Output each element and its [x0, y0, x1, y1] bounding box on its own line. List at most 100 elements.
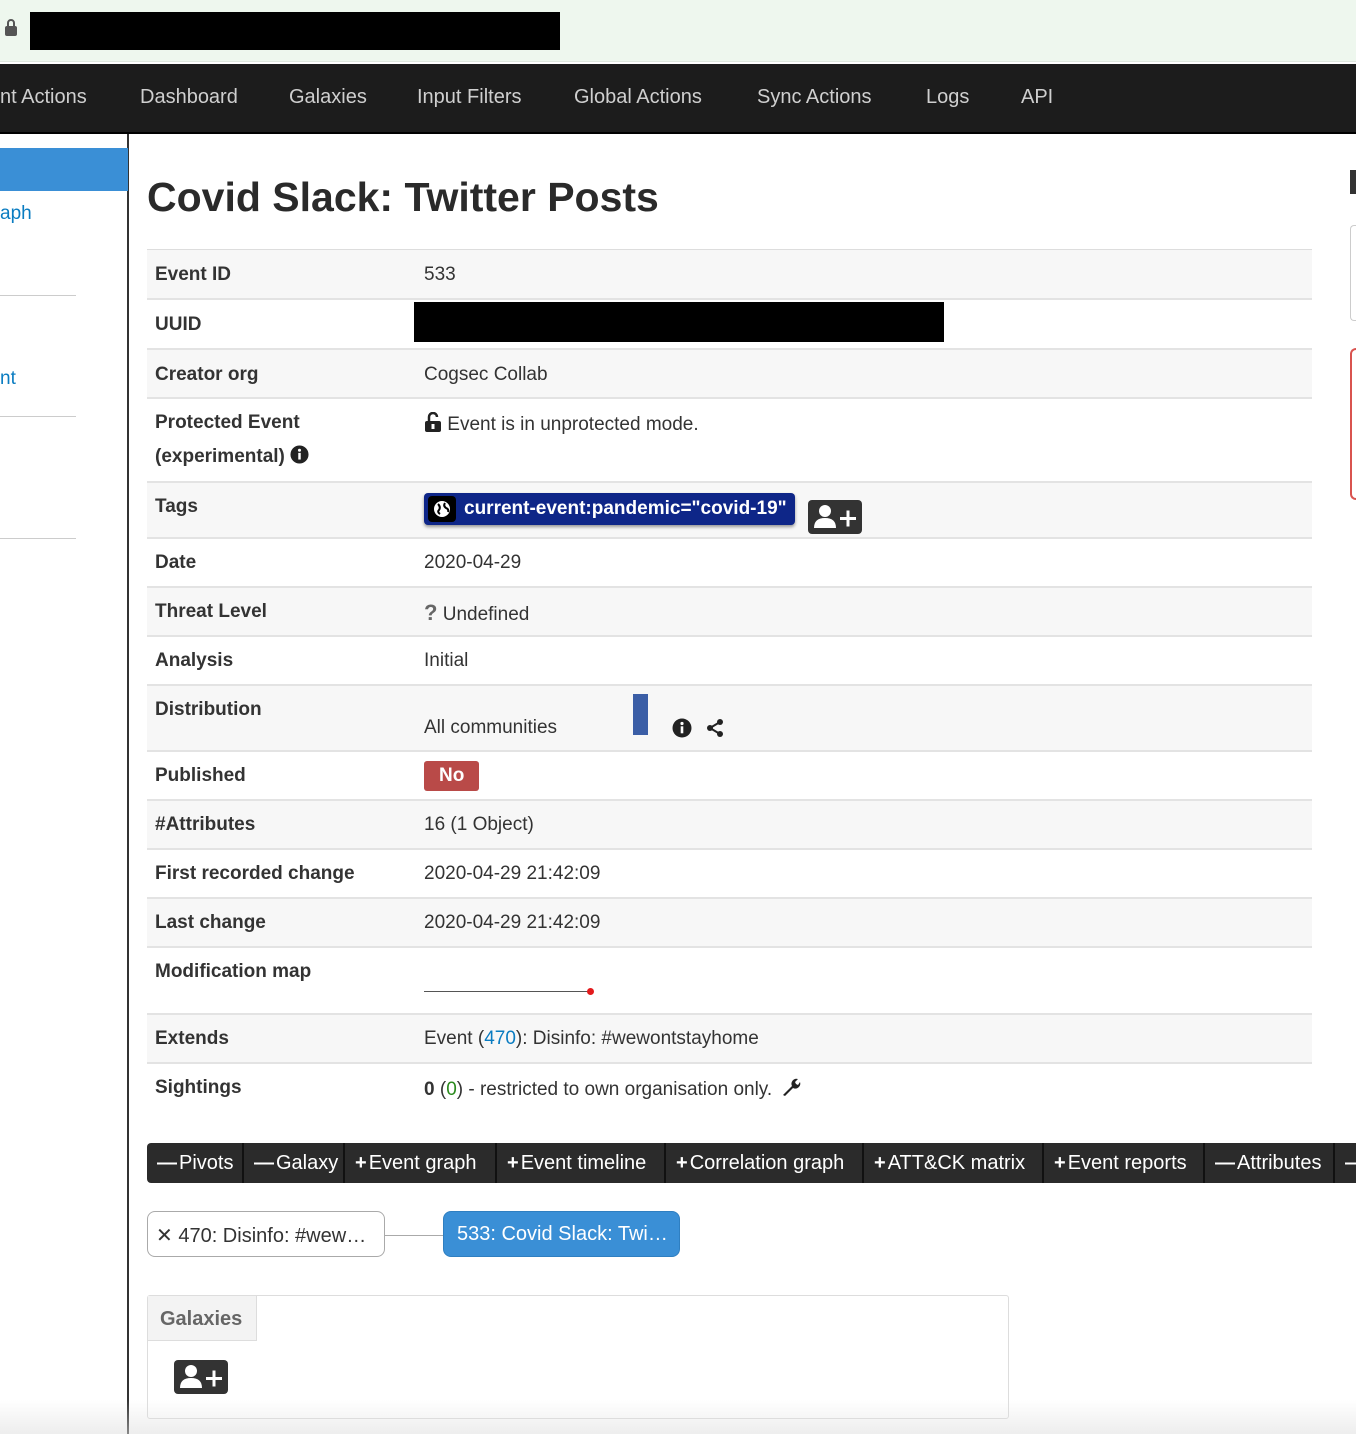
user-plus-icon: [180, 1365, 222, 1388]
share-icon[interactable]: [705, 718, 725, 738]
label-protected-event: Protected Event: [155, 412, 300, 433]
toggle-more-button[interactable]: —: [1335, 1143, 1356, 1183]
label-date: Date: [155, 552, 197, 573]
close-icon[interactable]: ✕: [156, 1225, 173, 1247]
nav-api[interactable]: API: [1021, 86, 1053, 109]
row-tags: Tags current-event:pandemic="covid-19": [147, 483, 1312, 539]
label-experimental-text: (experimental): [155, 446, 285, 467]
protected-status-text: Event is in unprotected mode.: [447, 414, 699, 435]
toggle-event-reports-button[interactable]: + Event reports: [1044, 1143, 1205, 1183]
row-uuid: UUID: [147, 300, 1312, 350]
row-threat-level: Threat Level ? Undefined: [147, 588, 1312, 637]
wrench-icon[interactable]: [781, 1077, 801, 1097]
minus-icon: —: [1215, 1151, 1235, 1174]
add-galaxy-button[interactable]: [174, 1360, 228, 1394]
related-event-470-node[interactable]: ✕ 470: Disinfo: #wew…: [147, 1211, 385, 1257]
label-tags: Tags: [155, 496, 198, 517]
plus-icon: +: [1054, 1151, 1066, 1174]
lock-icon: [5, 19, 17, 36]
info-icon[interactable]: [672, 718, 692, 738]
distribution-graph-bar: [633, 694, 648, 735]
current-event-533-node[interactable]: 533: Covid Slack: Twi…: [443, 1211, 680, 1257]
event-view-toolbar: — Pivots — Galaxy + Event graph + Event time…: [147, 1143, 1356, 1183]
toggle-correlation-graph-label: Correlation graph: [689, 1151, 845, 1174]
right-panel-heading-fragment: [1350, 170, 1356, 194]
sidebar-item-active[interactable]: [0, 148, 128, 191]
toggle-event-reports-label: Event reports: [1067, 1151, 1187, 1174]
toggle-event-graph-label: Event graph: [368, 1151, 477, 1174]
published-status-badge: No: [424, 761, 480, 791]
row-protected-event: Protected Event (experimental) Event is …: [147, 399, 1312, 483]
related-event-470-label: 470: Disinfo: #wew…: [178, 1225, 367, 1247]
relation-edge: [385, 1235, 443, 1236]
toggle-correlation-graph-button[interactable]: + Correlation graph: [666, 1143, 864, 1183]
toggle-attack-matrix-button[interactable]: + ATT&CK matrix: [864, 1143, 1044, 1183]
url-redacted[interactable]: [30, 12, 560, 50]
galaxies-panel: Galaxies: [147, 1295, 1009, 1419]
sightings-value: 0 (0) - restricted to own organisation o…: [424, 1077, 801, 1101]
toggle-attributes-button[interactable]: — Attributes: [1205, 1143, 1335, 1183]
sidebar-divider: [0, 295, 76, 296]
left-sidebar: aph nt: [0, 134, 129, 1434]
plus-icon: +: [874, 1151, 886, 1174]
extends-event-link[interactable]: 470: [484, 1028, 516, 1049]
plus-icon: +: [676, 1151, 688, 1174]
sightings-text: - restricted to own organisation only.: [463, 1079, 773, 1100]
value-distribution: All communities: [424, 717, 558, 738]
question-icon: ?: [424, 600, 438, 625]
label-last-change: Last change: [155, 912, 266, 933]
protected-status: Event is in unprotected mode.: [424, 411, 699, 436]
sightings-own-count: 0: [446, 1079, 457, 1100]
label-threat-level: Threat Level: [155, 601, 267, 622]
row-published: Published No: [147, 752, 1312, 801]
label-creator-org: Creator org: [155, 364, 259, 385]
event-meta-table: Event ID 533 UUID Creator org Cogsec Col…: [147, 249, 1312, 1116]
toggle-attributes-label: Attributes: [1237, 1151, 1322, 1174]
row-modification-map: Modification map: [147, 948, 1312, 1015]
threat-level-text: Undefined: [442, 604, 530, 625]
modification-map-point[interactable]: [587, 988, 594, 995]
nav-sync-actions[interactable]: Sync Actions: [757, 86, 872, 109]
row-last-change: Last change 2020-04-29 21:42:09: [147, 899, 1312, 948]
nav-dashboard[interactable]: Dashboard: [140, 86, 238, 109]
value-attributes: 16 (1 Object): [424, 814, 534, 835]
toggle-pivots-button[interactable]: — Pivots: [147, 1143, 244, 1183]
toggle-pivots-label: Pivots: [179, 1151, 234, 1174]
plus-icon: +: [355, 1151, 367, 1174]
sidebar-item-graph[interactable]: aph: [0, 203, 32, 225]
globe-icon: [428, 496, 456, 522]
row-analysis: Analysis Initial: [147, 637, 1312, 686]
label-distribution: Distribution: [155, 699, 262, 720]
nav-input-filters[interactable]: Input Filters: [417, 86, 521, 109]
nav-logs[interactable]: Logs: [926, 86, 969, 109]
sightings-count: 0: [424, 1079, 435, 1100]
sidebar-item-event[interactable]: nt: [0, 368, 16, 390]
page-title: Covid Slack: Twitter Posts: [147, 174, 659, 220]
toggle-galaxy-button[interactable]: — Galaxy: [244, 1143, 345, 1183]
creator-org-link[interactable]: Cogsec Collab: [424, 364, 548, 386]
nav-global-actions[interactable]: Global Actions: [574, 86, 702, 109]
row-extends: Extends Event (470): Disinfo: #wewontsta…: [147, 1015, 1312, 1064]
extends-prefix: Event (: [424, 1028, 485, 1049]
sightings-paren-open: (: [434, 1079, 447, 1100]
info-icon[interactable]: [290, 445, 309, 464]
modification-map-line: [424, 991, 590, 992]
label-published: Published: [155, 765, 246, 786]
nav-galaxies[interactable]: Galaxies: [289, 86, 367, 109]
label-attributes: #Attributes: [155, 814, 256, 835]
toggle-event-timeline-button[interactable]: + Event timeline: [497, 1143, 666, 1183]
row-sightings: Sightings 0 (0) - restricted to own orga…: [147, 1064, 1312, 1116]
sidebar-divider: [0, 538, 76, 539]
toggle-event-graph-button[interactable]: + Event graph: [345, 1143, 497, 1183]
nav-event-actions[interactable]: nt Actions: [0, 86, 87, 109]
extends-suffix: ): Disinfo: #wewontstayhome: [515, 1028, 759, 1049]
browser-address-bar: [0, 0, 1356, 62]
toggle-attack-matrix-label: ATT&CK matrix: [887, 1151, 1026, 1174]
tag-covid-19[interactable]: current-event:pandemic="covid-19": [424, 493, 795, 525]
label-analysis: Analysis: [155, 650, 234, 671]
value-last-change: 2020-04-29 21:42:09: [424, 912, 601, 933]
galaxies-tab[interactable]: Galaxies: [148, 1296, 257, 1341]
add-tag-button[interactable]: [807, 499, 862, 534]
value-analysis: Initial: [424, 650, 469, 671]
row-attributes: #Attributes 16 (1 Object): [147, 801, 1312, 850]
